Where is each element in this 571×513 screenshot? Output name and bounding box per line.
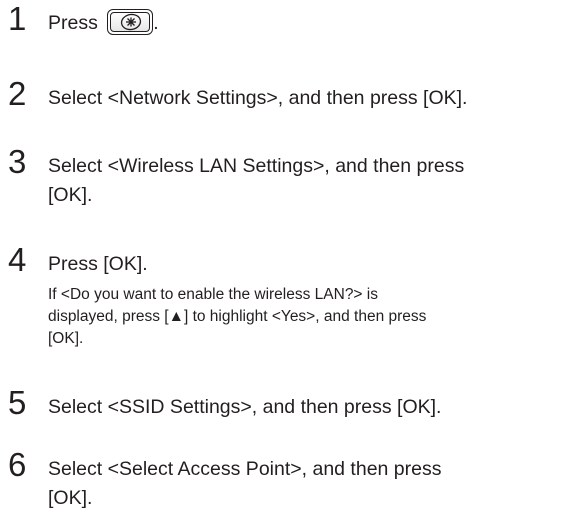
step-text-before: Press (48, 12, 98, 34)
instruction-steps: 1 Press . 2 Select <Network Settings>, a… (0, 0, 571, 512)
step-text-after: . (153, 12, 159, 34)
step-text-line: [OK]. (48, 184, 93, 206)
step-text: Press . (48, 8, 563, 38)
step-text: Select <Select Access Point>, and then p… (48, 455, 563, 513)
step-number: 2 (8, 75, 27, 112)
step-note-line: displayed, press [▲] to highlight <Yes>,… (48, 308, 427, 325)
step-text: Select <Wireless LAN Settings>, and then… (48, 152, 563, 210)
step-number: 1 (8, 0, 27, 37)
step-note-line: [OK]. (48, 330, 84, 347)
step-note-line: If <Do you want to enable the wireless L… (48, 286, 378, 303)
step-number: 3 (8, 143, 27, 180)
step-text: Select <Network Settings>, and then pres… (48, 87, 468, 109)
step-text-line: Select <Select Access Point>, and then p… (48, 458, 442, 480)
step-note: If <Do you want to enable the wireless L… (48, 284, 563, 350)
menu-key-icon (107, 8, 154, 35)
step-number: 5 (8, 384, 27, 421)
step-text-line: [OK]. (48, 487, 93, 509)
step-number: 4 (8, 241, 27, 278)
step-text-line: Select <Wireless LAN Settings>, and then… (48, 155, 465, 177)
menu-symbol-icon (121, 13, 142, 31)
step-text: Press [OK]. (48, 253, 148, 275)
step-text: Select <SSID Settings>, and then press [… (48, 396, 442, 418)
step-number: 6 (8, 446, 27, 483)
